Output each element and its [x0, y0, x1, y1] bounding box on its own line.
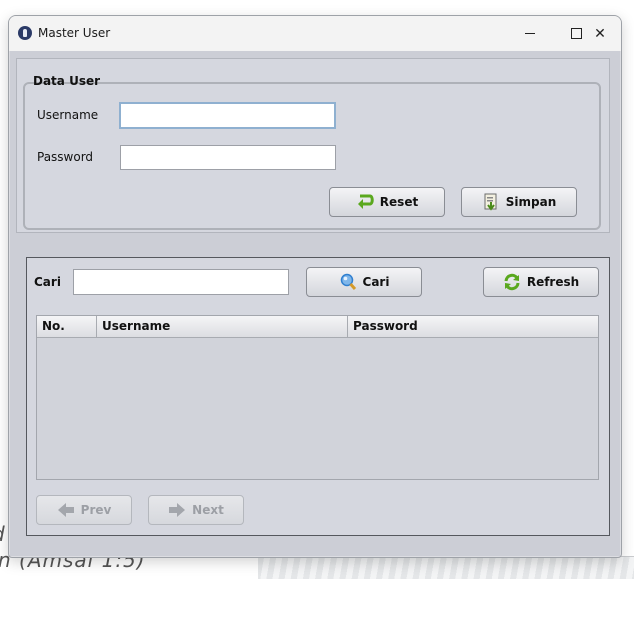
background-text: d n (Amsal 1:5) — [0, 522, 145, 620]
search-panel: Cari Cari Refresh No. Username Password … — [26, 257, 610, 536]
background-paper — [258, 556, 634, 579]
reset-button[interactable]: Reset — [329, 187, 445, 217]
data-user-panel: Username Password Reset Simpan Data User — [16, 58, 610, 233]
next-button-label: Next — [192, 503, 224, 517]
search-input[interactable] — [73, 269, 289, 295]
next-button[interactable]: Next — [148, 495, 244, 525]
data-user-group: Username Password Reset Simpan — [23, 82, 601, 230]
minimize-icon — [525, 33, 535, 34]
table-header: No. Username Password — [37, 316, 598, 338]
search-label: Cari — [34, 275, 61, 289]
reset-arrow-icon — [357, 194, 374, 209]
table-body[interactable] — [37, 338, 598, 479]
minimize-button[interactable] — [507, 16, 553, 51]
prev-button-label: Prev — [80, 503, 112, 517]
app-icon — [18, 26, 32, 40]
refresh-icon — [504, 273, 520, 291]
window-content: Username Password Reset Simpan Data User… — [10, 51, 620, 556]
window-title: Master User — [38, 26, 111, 40]
reset-button-label: Reset — [379, 195, 419, 209]
search-button[interactable]: Cari — [306, 267, 422, 297]
column-header-password[interactable]: Password — [348, 316, 598, 338]
username-label: Username — [37, 108, 99, 122]
save-button-label: Simpan — [505, 195, 557, 209]
users-table[interactable]: No. Username Password — [36, 315, 599, 480]
prev-button[interactable]: Prev — [36, 495, 132, 525]
close-button[interactable]: ✕ — [577, 16, 621, 51]
background-text-line1: d — [0, 522, 6, 546]
refresh-button-label: Refresh — [526, 275, 580, 289]
password-input[interactable] — [120, 145, 336, 170]
title-bar[interactable]: Master User ✕ — [9, 16, 621, 51]
close-icon: ✕ — [594, 25, 606, 42]
magnifier-icon — [340, 273, 356, 291]
left-arrow-icon — [57, 503, 74, 517]
password-label: Password — [37, 150, 94, 164]
right-arrow-icon — [169, 503, 186, 517]
username-input[interactable] — [119, 102, 336, 129]
save-button[interactable]: Simpan — [461, 187, 577, 217]
column-header-no[interactable]: No. — [37, 316, 97, 338]
save-document-icon — [484, 193, 497, 211]
refresh-button[interactable]: Refresh — [483, 267, 599, 297]
data-user-title: Data User — [33, 74, 101, 88]
search-button-label: Cari — [362, 275, 390, 289]
master-user-window: Master User ✕ Username Password Reset Si… — [8, 15, 622, 558]
column-header-username[interactable]: Username — [97, 316, 348, 338]
